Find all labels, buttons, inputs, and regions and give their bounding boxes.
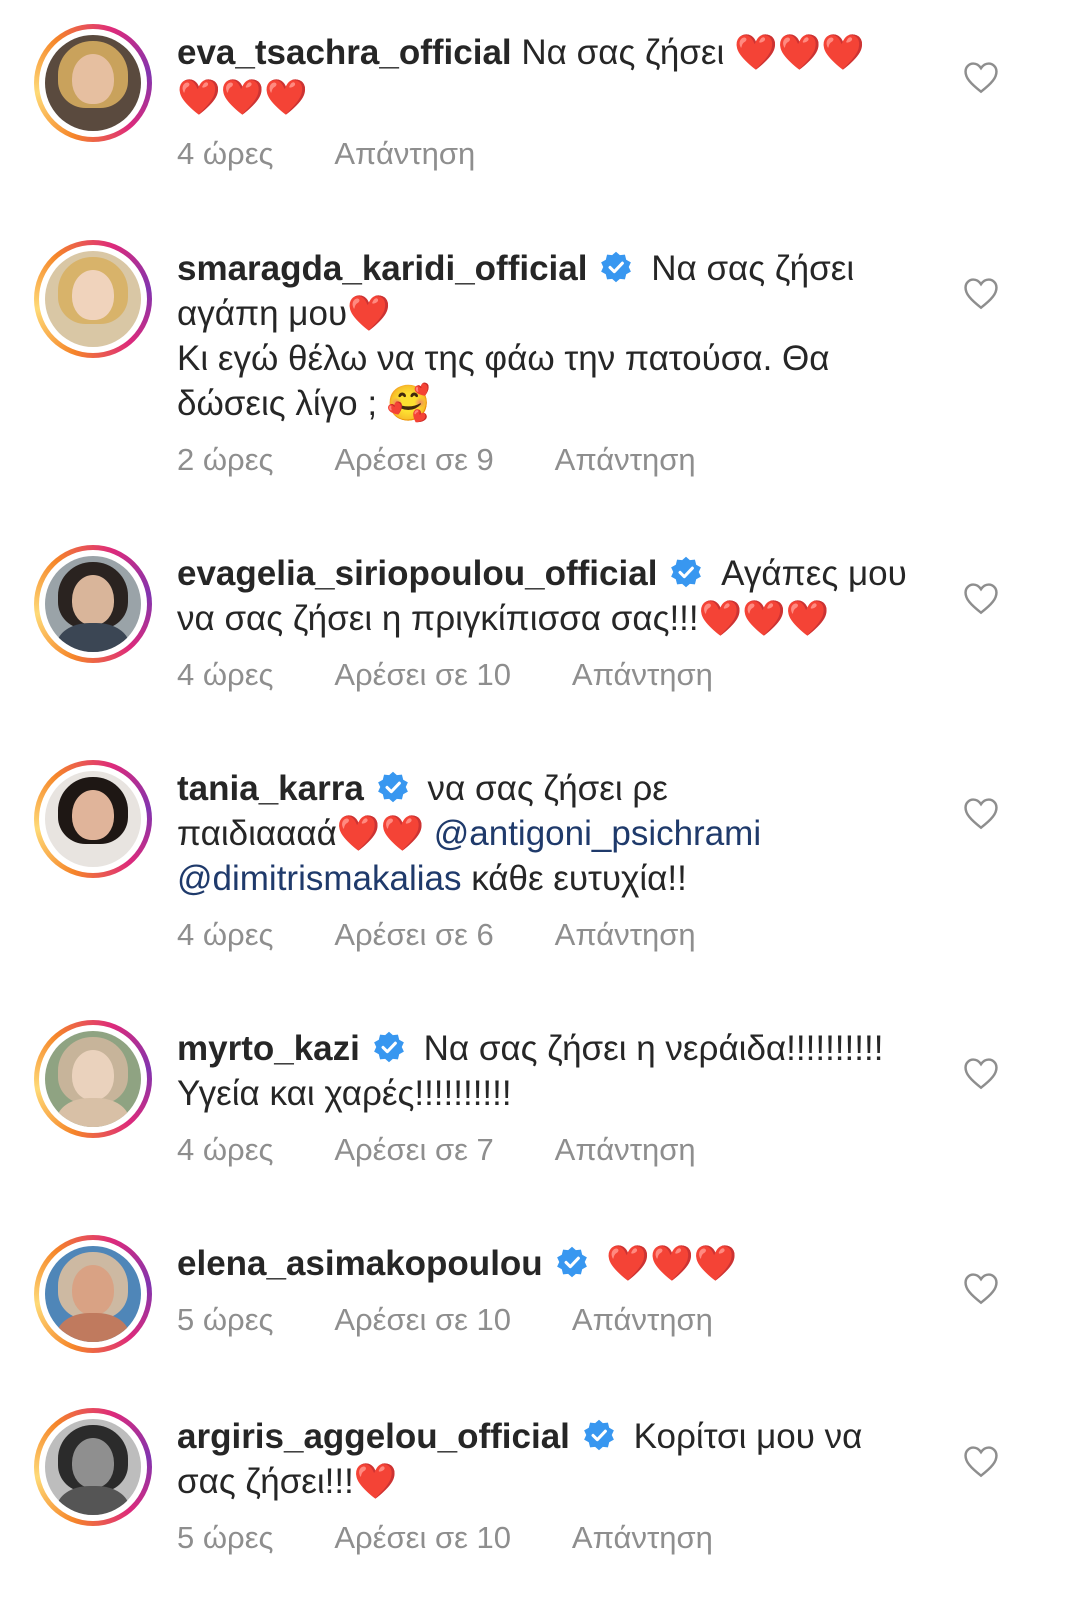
- comment-text: smaragda_karidi_official Να σας ζήσει αγ…: [177, 249, 855, 423]
- reply-button[interactable]: Απάντηση: [555, 442, 696, 477]
- comment-text: elena_asimakopoulou ❤️❤️❤️: [177, 1244, 738, 1283]
- username-link[interactable]: myrto_kazi: [177, 1029, 360, 1068]
- username-link[interactable]: tania_karra: [177, 769, 364, 808]
- comment-time: 4 ώρες: [177, 136, 274, 171]
- verified-badge-icon: [377, 771, 408, 803]
- heart-outline-icon[interactable]: [962, 1056, 1000, 1090]
- username-link[interactable]: evagelia_siriopoulou_official: [177, 554, 657, 593]
- verified-badge-icon: [671, 556, 702, 588]
- heart-outline-icon[interactable]: [962, 581, 1000, 615]
- comment-time: 4 ώρες: [177, 657, 274, 692]
- heart-outline-icon[interactable]: [962, 276, 1000, 310]
- comment-time: 5 ώρες: [177, 1302, 274, 1337]
- reply-button[interactable]: Απάντηση: [572, 657, 713, 692]
- reply-button[interactable]: Απάντηση: [572, 1520, 713, 1555]
- comment-text: argiris_aggelou_official Κορίτσι μου να …: [177, 1417, 863, 1501]
- verified-badge-icon: [374, 1031, 404, 1063]
- avatar[interactable]: [34, 760, 152, 878]
- likes-count[interactable]: Αρέσει σε 9: [334, 442, 493, 477]
- verified-badge-icon: [584, 1419, 614, 1451]
- comment-text: eva_tsachra_official Να σας ζήσει ❤️❤️❤️…: [177, 33, 865, 117]
- avatar[interactable]: [34, 545, 152, 663]
- comment-time: 5 ώρες: [177, 1520, 274, 1555]
- username-link[interactable]: smaragda_karidi_official: [177, 249, 587, 288]
- avatar[interactable]: [34, 1235, 152, 1353]
- reply-button[interactable]: Απάντηση: [555, 1132, 696, 1167]
- comment-time: 4 ώρες: [177, 917, 274, 952]
- verified-badge-icon: [556, 1246, 587, 1278]
- mention-link[interactable]: @dimitrismakalias: [177, 859, 461, 898]
- heart-outline-icon[interactable]: [962, 60, 1000, 94]
- username-link[interactable]: argiris_aggelou_official: [177, 1417, 570, 1456]
- verified-badge-icon: [601, 251, 632, 283]
- likes-count[interactable]: Αρέσει σε 10: [334, 1520, 511, 1555]
- heart-outline-icon[interactable]: [962, 796, 1000, 830]
- avatar[interactable]: [34, 240, 152, 358]
- reply-button[interactable]: Απάντηση: [555, 917, 696, 952]
- likes-count[interactable]: Αρέσει σε 10: [334, 1302, 511, 1337]
- reply-button[interactable]: Απάντηση: [572, 1302, 713, 1337]
- username-link[interactable]: eva_tsachra_official: [177, 33, 512, 72]
- heart-outline-icon[interactable]: [962, 1444, 1000, 1478]
- heart-outline-icon[interactable]: [962, 1271, 1000, 1305]
- avatar[interactable]: [34, 24, 152, 142]
- comment-time: 2 ώρες: [177, 442, 274, 477]
- comment-time: 4 ώρες: [177, 1132, 274, 1167]
- comment-text: evagelia_siriopoulou_official Αγάπες μου…: [177, 554, 907, 638]
- likes-count[interactable]: Αρέσει σε 10: [334, 657, 511, 692]
- likes-count[interactable]: Αρέσει σε 6: [334, 917, 493, 952]
- avatar[interactable]: [34, 1408, 152, 1526]
- reply-button[interactable]: Απάντηση: [334, 136, 475, 171]
- avatar[interactable]: [34, 1020, 152, 1138]
- mention-link[interactable]: @antigoni_psichrami: [434, 814, 761, 853]
- comment-text: tania_karra να σας ζήσει ρε παιδιαααά❤️❤…: [177, 769, 762, 898]
- comment-text: myrto_kazi Να σας ζήσει η νεράιδα!!!!!!!…: [177, 1029, 884, 1113]
- likes-count[interactable]: Αρέσει σε 7: [334, 1132, 493, 1167]
- username-link[interactable]: elena_asimakopoulou: [177, 1244, 543, 1283]
